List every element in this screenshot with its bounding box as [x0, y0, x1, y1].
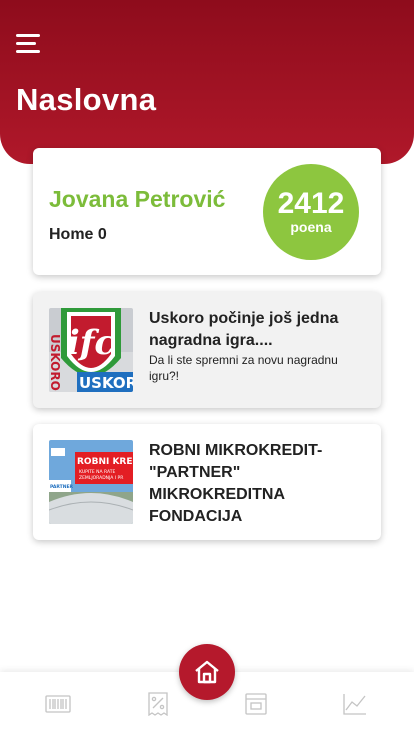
user-subtitle: Home 0	[49, 226, 107, 243]
menu-icon[interactable]	[16, 34, 42, 54]
news-title: ROBNI MIKROKREDIT- "PARTNER" MIKROKREDIT…	[149, 442, 323, 525]
news-card[interactable]: ROBNI KRED KUPITE NA RATE ZEMLJORADNJA I…	[33, 424, 381, 540]
thumb-text-line: KUPITE NA RATE	[79, 469, 115, 475]
news-description: Da li ste spremni za novu nagradnu igru?…	[149, 353, 338, 383]
profile-card: Jovana Petrović Home 0 2412 poena	[33, 148, 381, 275]
barcode-icon[interactable]	[45, 692, 71, 716]
news-thumbnail: ifc USKORO USKORO	[49, 308, 133, 392]
news-card[interactable]: ifc USKORO USKORO Uskoro počinje još jed…	[33, 292, 381, 408]
home-icon	[195, 660, 219, 684]
svg-text:ifc: ifc	[67, 323, 116, 363]
chart-icon[interactable]	[342, 692, 368, 716]
user-name: Jovana Petrović	[49, 186, 226, 212]
discount-icon[interactable]	[145, 692, 171, 717]
points-badge: 2412 poena	[263, 164, 359, 260]
thumb-text-vertical: USKORO	[49, 334, 62, 391]
points-label: poena	[290, 219, 332, 235]
page-title: Naslovna	[16, 82, 157, 117]
header: Naslovna	[0, 0, 414, 164]
home-button[interactable]	[179, 644, 235, 700]
receipt-icon[interactable]	[243, 692, 269, 716]
thumb-badge: PARTNER	[50, 484, 74, 490]
thumb-text-line: ZEMLJORADNJA I PR	[79, 475, 123, 481]
news-thumbnail: ROBNI KRED KUPITE NA RATE ZEMLJORADNJA I…	[49, 440, 133, 524]
thumb-text-line: ROBNI KRED	[77, 457, 133, 467]
thumb-text-bottom: USKORO	[79, 374, 133, 392]
points-value: 2412	[277, 187, 345, 220]
news-title: Uskoro počinje još jedna nagradna igra..…	[149, 310, 339, 349]
